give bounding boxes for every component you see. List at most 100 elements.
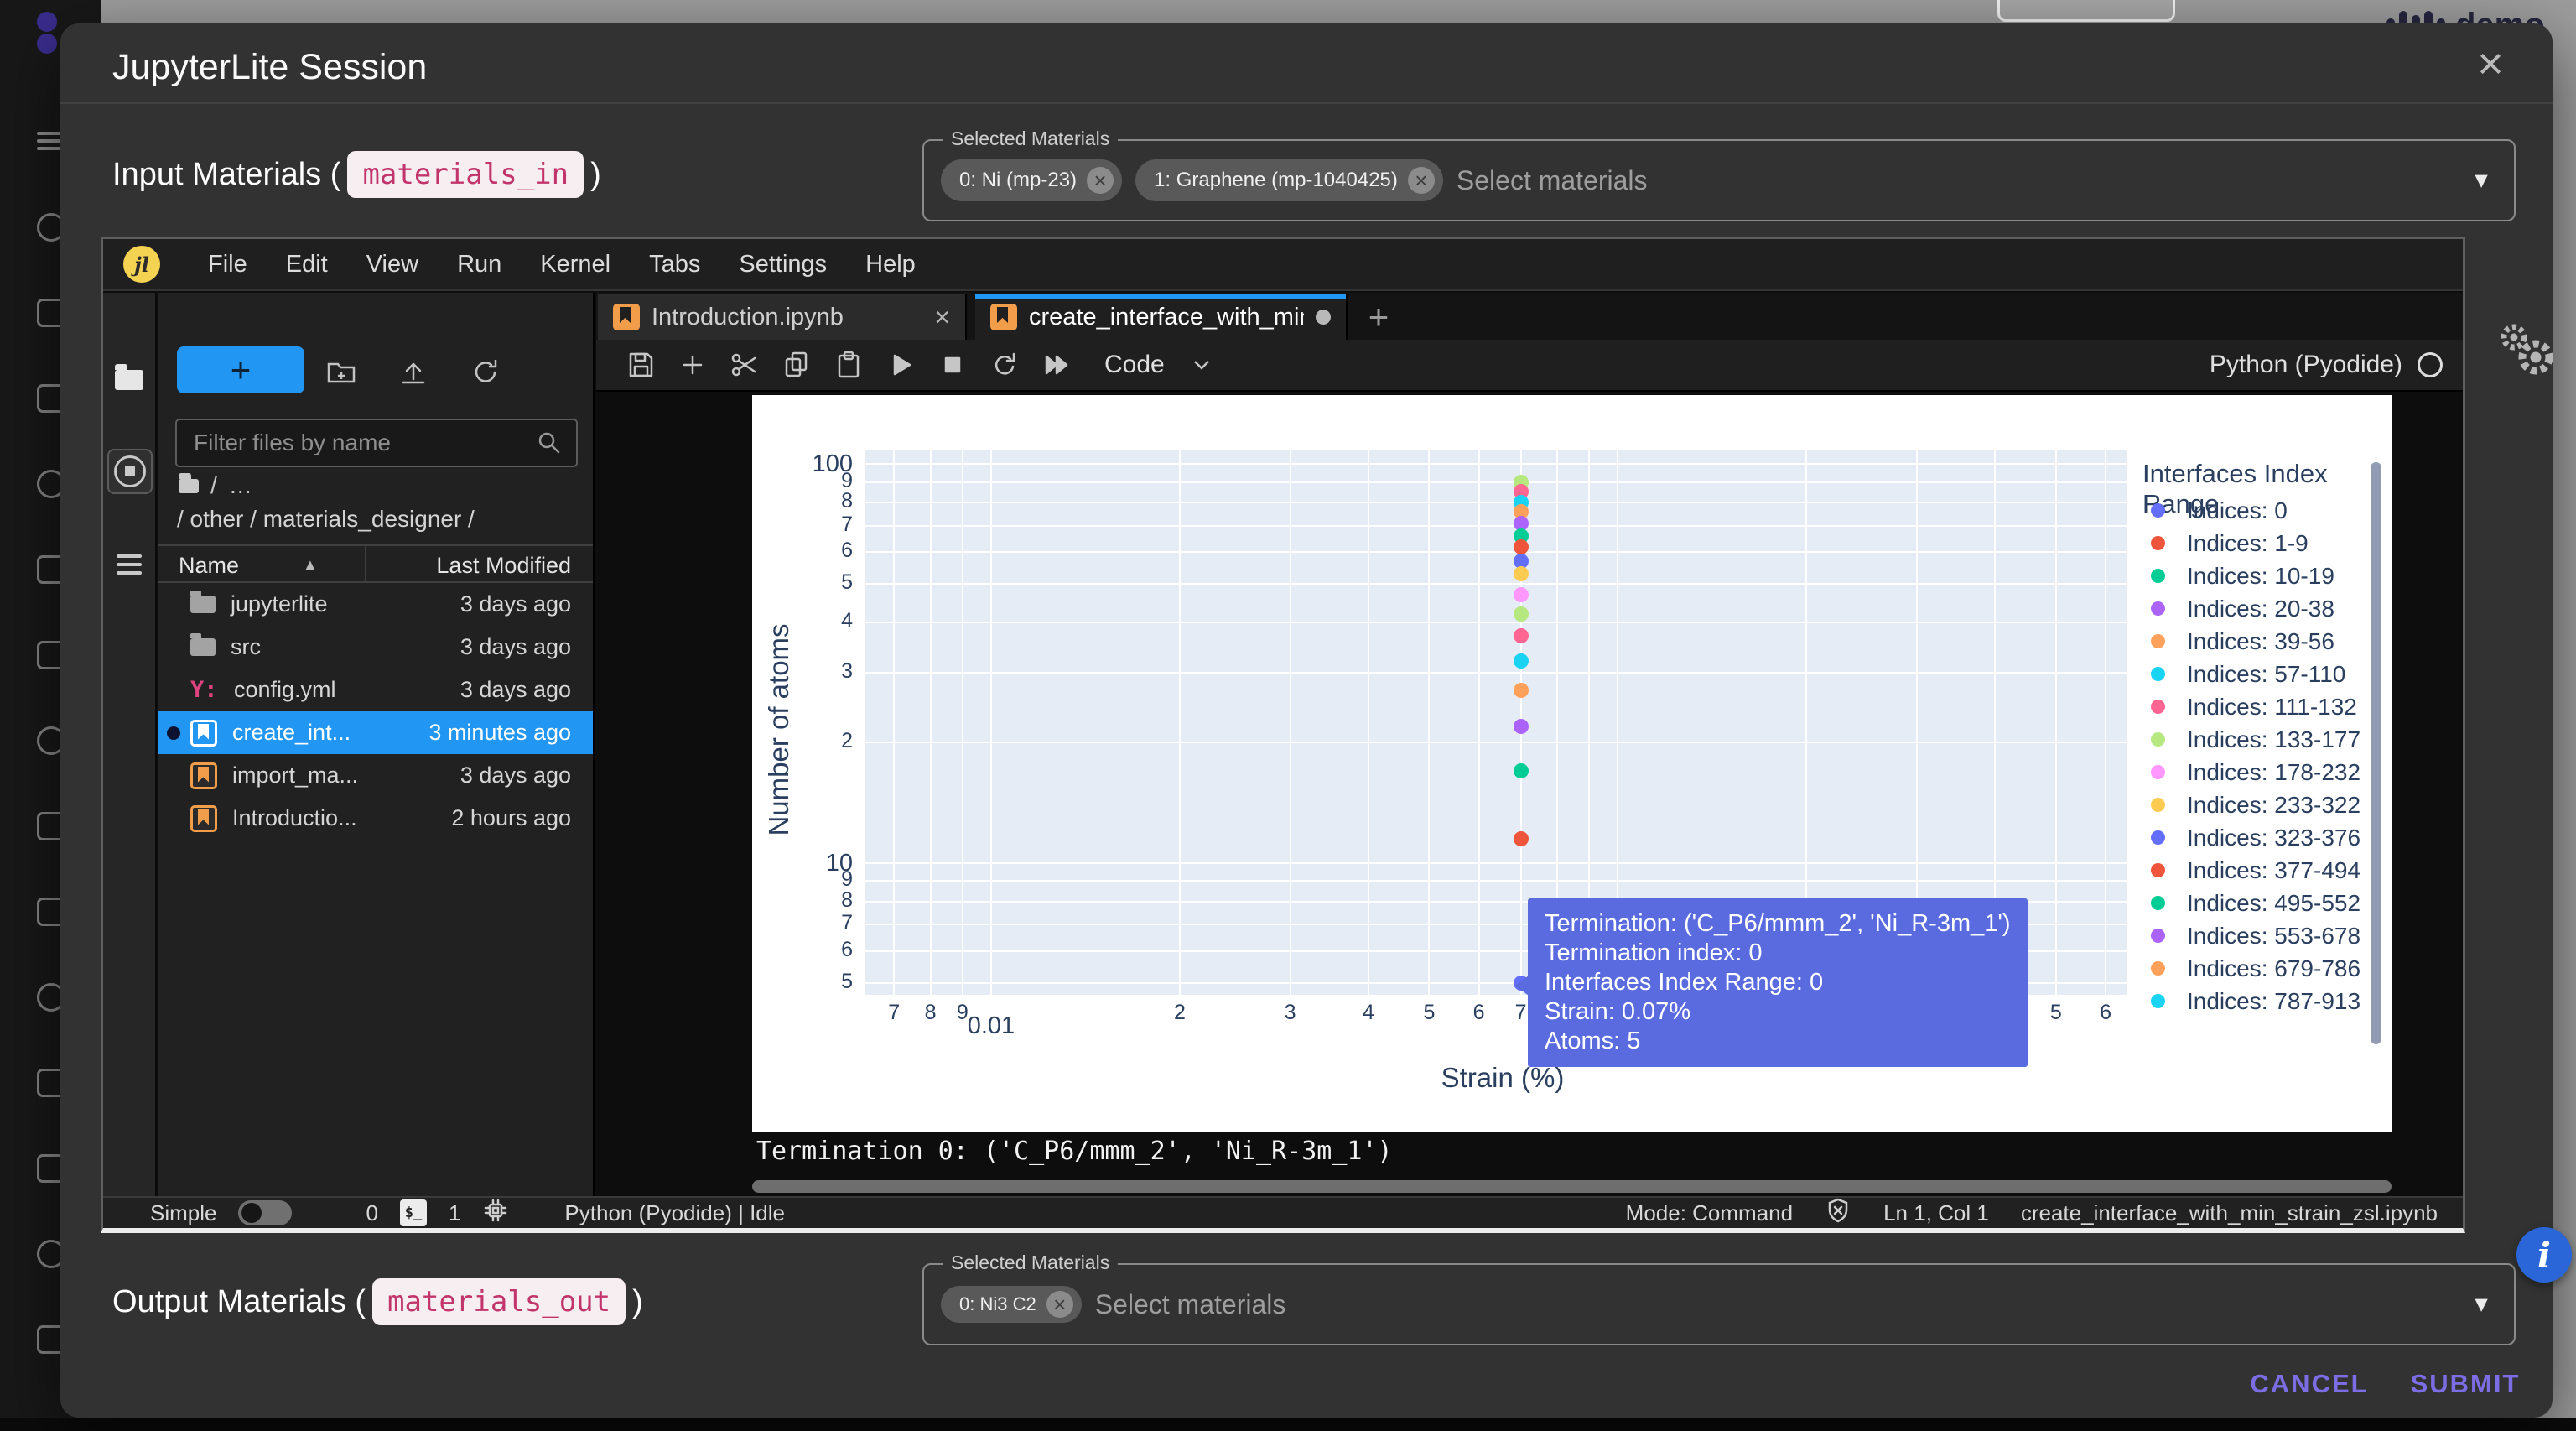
file-row[interactable]: src3 days ago	[158, 626, 593, 669]
settings-gears-icon[interactable]	[2489, 319, 2564, 386]
new-folder-icon[interactable]	[326, 356, 356, 391]
menu-item-edit[interactable]: Edit	[267, 251, 347, 278]
chip-remove-icon[interactable]: ×	[1087, 167, 1114, 194]
data-point[interactable]	[1514, 763, 1529, 778]
gridline	[865, 481, 2127, 483]
tab-introduction[interactable]: Introduction.ipynb×	[598, 294, 967, 340]
legend-item[interactable]: Indices: 10-19	[2142, 559, 2367, 592]
data-point[interactable]	[1514, 539, 1529, 554]
menu-item-file[interactable]: File	[189, 251, 267, 278]
breadcrumb-root[interactable]: /	[210, 472, 217, 499]
chip-remove-icon[interactable]: ×	[1408, 167, 1435, 194]
simple-mode-toggle[interactable]	[238, 1200, 292, 1225]
chip-remove-icon[interactable]: ×	[1046, 1291, 1073, 1318]
legend-scrollbar[interactable]	[2371, 462, 2381, 1044]
upload-icon[interactable]	[398, 356, 428, 391]
x-tick-label: 7	[1515, 1001, 1527, 1025]
terminal-icon[interactable]: $_	[400, 1199, 427, 1226]
table-of-contents-tab-icon[interactable]	[117, 549, 142, 580]
file-row[interactable]: create_int...3 minutes ago	[158, 711, 593, 754]
legend-item[interactable]: Indices: 377-494	[2142, 854, 2367, 887]
menu-item-view[interactable]: View	[347, 251, 438, 278]
tab-create-interface[interactable]: create_interface_with_min_	[975, 294, 1348, 340]
trust-shield-icon[interactable]	[1825, 1197, 1852, 1230]
legend-item[interactable]: Indices: 787-913	[2142, 985, 2367, 1014]
menu-item-settings[interactable]: Settings	[719, 251, 846, 278]
breadcrumb-path[interactable]: / other / materials_designer /	[177, 506, 475, 533]
sort-arrow-icon[interactable]: ▲	[303, 556, 318, 574]
data-point[interactable]	[1514, 606, 1529, 622]
save-icon[interactable]	[615, 350, 667, 380]
paste-icon[interactable]	[823, 350, 875, 380]
file-row[interactable]: Introductio...2 hours ago	[158, 797, 593, 840]
legend-item[interactable]: Indices: 553-678	[2142, 919, 2367, 952]
kernel-indicator[interactable]: Python (Pyodide)	[2210, 351, 2463, 379]
kernel-chip-icon[interactable]	[482, 1197, 509, 1230]
mode-indicator[interactable]: Mode: Command	[1626, 1200, 1793, 1226]
kernel-status-text[interactable]: Python (Pyodide) | Idle	[564, 1200, 785, 1226]
breadcrumb-ellipsis-icon[interactable]: …	[229, 472, 252, 499]
column-name[interactable]: Name	[179, 553, 239, 579]
material-chip[interactable]: 0: Ni3 C2×	[941, 1286, 1082, 1323]
legend-item[interactable]: Indices: 133-177	[2142, 723, 2367, 756]
column-last-modified[interactable]: Last Modified	[436, 553, 571, 579]
menu-item-help[interactable]: Help	[846, 251, 935, 278]
select-placeholder: Select materials	[1457, 165, 1648, 196]
cancel-button[interactable]: CANCEL	[2242, 1361, 2376, 1408]
home-folder-icon[interactable]	[179, 479, 199, 493]
data-point[interactable]	[1514, 683, 1529, 698]
menu-item-run[interactable]: Run	[438, 251, 521, 278]
breadcrumb[interactable]: / …	[179, 472, 252, 499]
menu-item-kernel[interactable]: Kernel	[521, 251, 630, 278]
material-chip[interactable]: 1: Graphene (mp-1040425)×	[1135, 159, 1443, 201]
input-selected-materials-combobox[interactable]: Selected Materials 0: Ni (mp-23)×1: Grap…	[922, 139, 2516, 221]
legend-item[interactable]: Indices: 20-38	[2142, 592, 2367, 625]
legend-item[interactable]: Indices: 323-376	[2142, 821, 2367, 854]
insert-cell-icon[interactable]	[667, 350, 719, 380]
copy-icon[interactable]	[771, 350, 823, 380]
legend-item[interactable]: Indices: 1-9	[2142, 527, 2367, 559]
dropdown-caret-icon[interactable]: ▼	[2470, 168, 2492, 194]
legend-item[interactable]: Indices: 233-322	[2142, 788, 2367, 821]
refresh-icon[interactable]	[470, 356, 501, 391]
legend-item[interactable]: Indices: 679-786	[2142, 952, 2367, 985]
data-point[interactable]	[1514, 653, 1529, 669]
stop-icon[interactable]	[927, 350, 979, 380]
data-point[interactable]	[1514, 831, 1529, 846]
data-point[interactable]	[1514, 719, 1529, 734]
data-point[interactable]	[1514, 566, 1529, 581]
horizontal-scrollbar[interactable]	[752, 1180, 2392, 1193]
data-point[interactable]	[1514, 587, 1529, 602]
file-list-header[interactable]: Name ▲ Last Modified	[158, 544, 593, 583]
stop-circle-icon	[114, 455, 146, 487]
filter-files-input[interactable]: Filter files by name	[175, 419, 578, 467]
data-point[interactable]	[1514, 628, 1529, 643]
legend-item[interactable]: Indices: 178-232	[2142, 756, 2367, 788]
close-icon[interactable]: ×	[2464, 37, 2517, 91]
file-row[interactable]: jupyterlite3 days ago	[158, 583, 593, 626]
menu-item-tabs[interactable]: Tabs	[630, 251, 719, 278]
material-chip[interactable]: 0: Ni (mp-23)×	[941, 159, 1122, 201]
cut-icon[interactable]	[719, 350, 771, 380]
restart-run-all-icon[interactable]	[1031, 350, 1083, 380]
legend-item[interactable]: Indices: 39-56	[2142, 625, 2367, 658]
file-row[interactable]: Y:config.yml3 days ago	[158, 669, 593, 711]
legend-item[interactable]: Indices: 495-552	[2142, 887, 2367, 919]
dropdown-caret-icon[interactable]: ▼	[2470, 1292, 2492, 1318]
cell-type-dropdown[interactable]: Code	[1104, 351, 1213, 379]
running-sessions-tab[interactable]	[107, 449, 153, 494]
tab-close-icon[interactable]: ×	[934, 302, 950, 333]
new-launcher-button[interactable]: +	[177, 346, 304, 393]
legend-item[interactable]: Indices: 57-110	[2142, 658, 2367, 690]
cursor-position[interactable]: Ln 1, Col 1	[1883, 1200, 1989, 1226]
restart-kernel-icon[interactable]	[979, 350, 1031, 380]
run-icon[interactable]	[875, 350, 927, 380]
new-tab-button[interactable]: +	[1356, 294, 1401, 340]
info-button[interactable]: i	[2516, 1227, 2572, 1283]
file-row[interactable]: import_ma...3 days ago	[158, 754, 593, 797]
file-browser-tab-icon[interactable]	[115, 370, 143, 390]
submit-button[interactable]: SUBMIT	[2398, 1361, 2532, 1408]
legend-item[interactable]: Indices: 0	[2142, 494, 2367, 527]
output-selected-materials-combobox[interactable]: Selected Materials 0: Ni3 C2×Select mate…	[922, 1263, 2516, 1345]
legend-item[interactable]: Indices: 111-132	[2142, 690, 2367, 723]
